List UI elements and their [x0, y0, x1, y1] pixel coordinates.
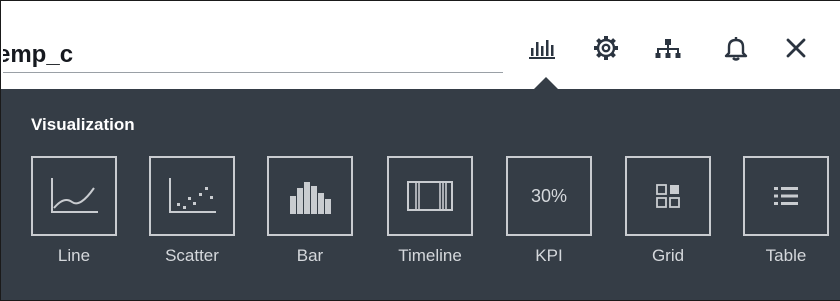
alerts-button[interactable]: [719, 33, 753, 63]
bar-chart-icon: [529, 40, 555, 59]
close-button[interactable]: [779, 33, 813, 63]
viz-option-scatter[interactable]: Scatter: [149, 156, 235, 266]
viz-option-bar-box: [267, 156, 353, 236]
viz-label: Grid: [651, 246, 685, 265]
popover-caret: [533, 77, 559, 90]
hierarchy-icon: [655, 39, 681, 58]
viz-option-grid[interactable]: Grid: [625, 156, 711, 266]
viz-label: Table: [765, 246, 807, 265]
scatter-chart-icon: [169, 178, 216, 213]
visualization-panel: Visualization Line Scatter Bar Timeline …: [1, 89, 840, 300]
bar-chart-icon: [290, 182, 331, 214]
viz-option-line-box: [31, 156, 117, 236]
viz-option-table[interactable]: Table: [743, 156, 829, 266]
viz-option-bar[interactable]: Bar: [267, 156, 353, 266]
visualization-editor: Visualization Line: [0, 0, 840, 301]
viz-label: Timeline: [398, 246, 462, 265]
table-icon: [774, 187, 798, 205]
visualize-button[interactable]: [525, 33, 559, 63]
panel-title: Visualization: [31, 115, 135, 134]
viz-option-kpi[interactable]: 30% KPI: [506, 156, 592, 266]
viz-label: KPI: [535, 246, 563, 265]
viz-option-timeline[interactable]: Timeline: [387, 156, 473, 266]
timeline-icon: [407, 181, 453, 211]
close-icon: [786, 38, 806, 58]
line-chart-icon: [51, 178, 98, 213]
gear-icon: [594, 36, 618, 60]
header-bar: [1, 1, 840, 89]
viz-label: Bar: [296, 246, 324, 265]
viz-option-scatter-box: [149, 156, 235, 236]
hierarchy-button[interactable]: [651, 33, 685, 63]
viz-option-table-box: [743, 156, 829, 236]
viz-option-grid-box: [625, 156, 711, 236]
viz-label: Line: [57, 246, 91, 265]
title-input[interactable]: [3, 37, 503, 73]
viz-label: Scatter: [165, 246, 219, 265]
viz-option-line[interactable]: Line: [31, 156, 117, 266]
viz-option-timeline-box: [387, 156, 473, 236]
viz-option-kpi-box: 30%: [506, 156, 592, 236]
kpi-icon: 30%: [530, 185, 568, 206]
grid-icon: [656, 184, 680, 208]
settings-button[interactable]: [589, 33, 623, 63]
bell-icon: [724, 37, 748, 61]
